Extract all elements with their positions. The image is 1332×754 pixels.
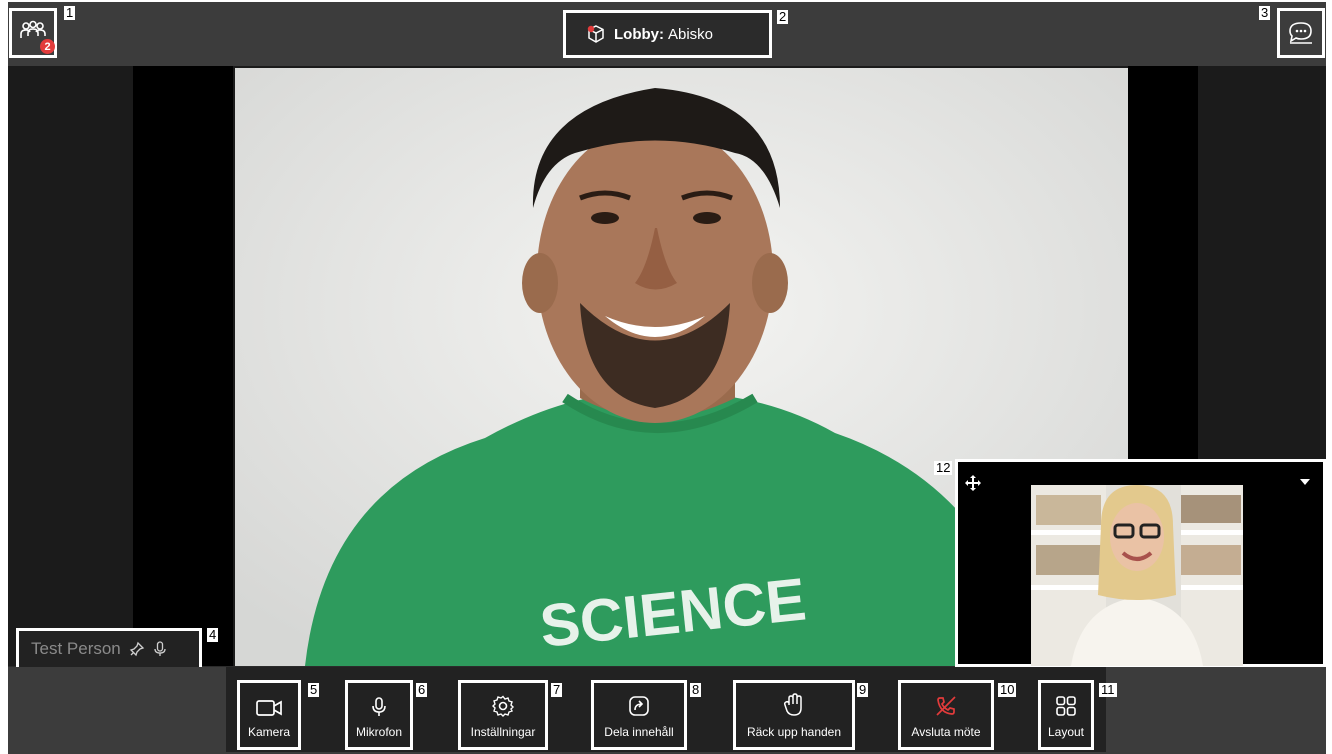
- share-icon: [629, 696, 649, 716]
- participants-button[interactable]: 2: [9, 8, 57, 58]
- annotation-10: 10: [998, 682, 1017, 697]
- annotation-7: 7: [551, 682, 563, 697]
- chat-icon: [1289, 22, 1312, 44]
- end-meeting-button[interactable]: Avsluta möte: [898, 680, 994, 750]
- annotation-2: 2: [777, 9, 789, 24]
- participant-name-tag[interactable]: Test Person: [16, 628, 202, 670]
- move-icon[interactable]: [964, 474, 982, 492]
- self-view[interactable]: [955, 459, 1326, 667]
- annotation-4: 4: [207, 627, 219, 642]
- participant-name: Test Person: [31, 639, 121, 658]
- gear-icon: [492, 695, 514, 717]
- lobby-indicator[interactable]: Lobby: Abisko: [563, 10, 772, 58]
- participant-count-badge: 2: [40, 39, 55, 54]
- camera-label: Kamera: [247, 725, 291, 739]
- annotation-12: 12: [934, 460, 953, 475]
- share-label: Dela innehåll: [604, 725, 674, 739]
- share-content-button[interactable]: Dela innehåll: [591, 680, 687, 750]
- raise-hand-label: Räck upp handen: [746, 725, 842, 739]
- chat-button[interactable]: [1277, 8, 1325, 58]
- mic-icon: [154, 641, 166, 656]
- layout-label: Layout: [1047, 725, 1085, 739]
- microphone-icon: [372, 697, 386, 716]
- microphone-button[interactable]: Mikrofon: [345, 680, 413, 750]
- annotation-1: 1: [64, 5, 76, 20]
- settings-button[interactable]: Inställningar: [458, 680, 548, 750]
- annotation-6: 6: [416, 682, 428, 697]
- lobby-label: Lobby:: [614, 25, 664, 43]
- hand-icon: [783, 693, 802, 716]
- camera-icon: [256, 700, 282, 716]
- annotation-3: 3: [1259, 5, 1271, 20]
- self-video: [1031, 485, 1243, 666]
- hang-up-icon: [936, 696, 956, 716]
- pin-icon[interactable]: [129, 641, 145, 657]
- layout-button[interactable]: Layout: [1038, 680, 1094, 750]
- lobby-name: Abisko: [668, 25, 714, 43]
- annotation-8: 8: [690, 682, 702, 697]
- raise-hand-button[interactable]: Räck upp handen: [733, 680, 855, 750]
- annotation-5: 5: [308, 682, 320, 697]
- camera-button[interactable]: Kamera: [237, 680, 301, 750]
- annotation-9: 9: [857, 682, 869, 697]
- chevron-down-icon[interactable]: [1299, 478, 1311, 486]
- end-meeting-label: Avsluta möte: [911, 725, 981, 739]
- settings-label: Inställningar: [470, 725, 536, 739]
- layout-grid-icon: [1056, 696, 1076, 716]
- annotation-11: 11: [1099, 682, 1117, 697]
- microphone-label: Mikrofon: [355, 725, 402, 739]
- lobby-icon: [587, 25, 604, 43]
